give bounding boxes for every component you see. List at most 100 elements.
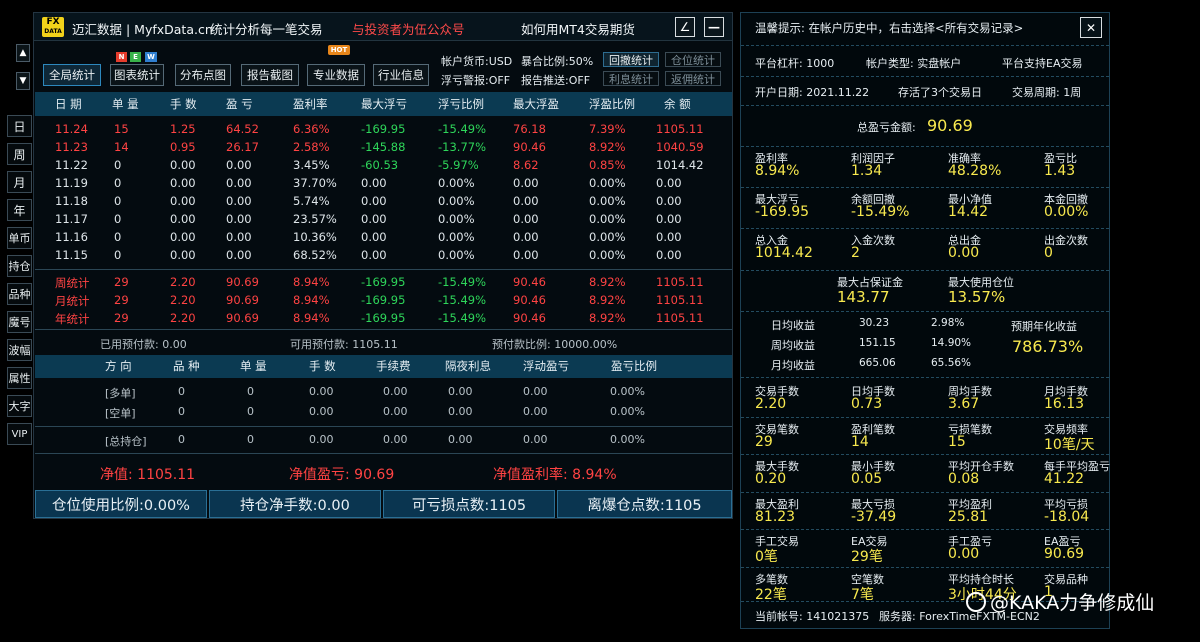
hot-badge: HOT [328, 45, 350, 55]
daily-cell-max-float-loss: 0.00 [361, 230, 387, 244]
pro-data-button[interactable]: 专业数据 [307, 64, 365, 86]
promo-link[interactable]: 与投资者为伍公众号 [352, 19, 465, 38]
strip-item-attributes[interactable]: 属性 [7, 367, 32, 389]
daily-cell-float-profit-ratio: 0.00% [589, 194, 626, 208]
scroll-up-arrow[interactable]: ▲ [16, 44, 30, 62]
position-cell: 0.00% [610, 433, 645, 446]
report-push[interactable]: 报告推送:OFF [521, 72, 590, 88]
minimize-icon[interactable]: — [704, 17, 724, 37]
strip-item-holdings[interactable]: 持仓 [7, 255, 32, 277]
stat-value: -37.49 [851, 508, 897, 525]
strip-item-month[interactable]: 月 [7, 171, 32, 193]
daily-cell-float-loss-ratio: 0.00% [438, 212, 475, 226]
daily-row[interactable]: 11.16 0 0.00 0.00 10.36% 0.00 0.00% 0.00 0.00% 0.… [35, 229, 732, 247]
position-cell: [多单] [105, 387, 136, 400]
daily-cell-max-float-profit: 0.00 [513, 194, 539, 208]
ea-support: 平台支持EA交易 [1002, 57, 1083, 70]
daily-cell-date: 11.23 [55, 140, 88, 154]
strip-item-vip[interactable]: VIP [7, 423, 32, 445]
summary-row[interactable]: 月统计 29 2.20 90.69 8.94% -169.95 -15.49% 90.46 8.… [35, 292, 732, 310]
summary-row[interactable]: 周统计 29 2.20 90.69 8.94% -169.95 -15.49% 90.46 8.… [35, 274, 732, 292]
summary-cell-float-loss-ratio: -15.49% [438, 293, 486, 307]
daily-cell-balance: 0.00 [656, 248, 682, 262]
strip-item-day[interactable]: 日 [7, 115, 32, 137]
chart-stats-button[interactable]: 图表统计 [110, 64, 164, 86]
daily-cell-max-float-loss: 0.00 [361, 176, 387, 190]
daily-cell-orders: 0 [114, 194, 122, 208]
stat-value: 1014.42 [755, 245, 813, 261]
daily-cell-profit-rate: 5.74% [293, 194, 330, 208]
col-pos-lots: 手 数 [309, 359, 336, 373]
grid-row-divider [741, 529, 1109, 530]
daily-row[interactable]: 11.23 14 0.95 26.17 2.58% -145.88 -13.77% 90.46… [35, 139, 732, 157]
rebate-stats-button[interactable]: 返佣统计 [665, 71, 721, 86]
strip-item-symbol[interactable]: 品种 [7, 283, 32, 305]
daily-cell-pl: 0.00 [226, 230, 252, 244]
col-pl-ratio: 盈亏比例 [611, 359, 657, 373]
daily-row[interactable]: 11.19 0 0.00 0.00 37.70% 0.00 0.00% 0.00 0.00% 0.… [35, 175, 732, 193]
strip-item-year[interactable]: 年 [7, 199, 32, 221]
distribution-button[interactable]: 分布点图 [175, 64, 231, 86]
daily-cell-pl: 0.00 [226, 158, 252, 172]
position-cell: 0.00 [309, 405, 334, 418]
position-stats-button[interactable]: 仓位统计 [665, 52, 721, 67]
survival-days: 存活了3个交易日 [898, 86, 982, 99]
position-row[interactable]: [空单] 0 0 0.00 0.00 0.00 0.00 0.00% [35, 404, 732, 422]
stat-value: 0.00 [948, 245, 980, 261]
daily-row[interactable]: 11.17 0 0.00 0.00 23.57% 0.00 0.00% 0.00 0.00% 0.… [35, 211, 732, 229]
stat-value: 1.43 [1044, 163, 1076, 179]
summary-row[interactable]: 年统计 29 2.20 90.69 8.94% -169.95 -15.49% 90.46 8.… [35, 310, 732, 328]
daily-row[interactable]: 11.24 15 1.25 64.52 6.36% -169.95 -15.49% 76.18… [35, 121, 732, 139]
global-stats-button[interactable]: 全局统计 [43, 64, 101, 86]
col-direction: 方 向 [105, 359, 132, 373]
daily-cell-lots: 0.00 [170, 176, 196, 190]
summary-cell-max-float-profit: 90.46 [513, 293, 546, 307]
scroll-down-arrow[interactable]: ▼ [16, 72, 30, 90]
daily-cell-float-profit-ratio: 8.92% [589, 140, 626, 154]
stat-value: 90.69 [1044, 546, 1085, 562]
daily-cell-balance: 0.00 [656, 212, 682, 226]
stat-value: 0.73 [851, 396, 883, 412]
daily-cell-date: 11.24 [55, 122, 88, 136]
equity-pl: 净值盈亏: 90.69 [289, 467, 395, 483]
max-position-value: 13.57% [948, 288, 1006, 306]
position-table-header: 方 向 品 种 单 量 手 数 手续费 隔夜利息 浮动盈亏 盈亏比例 [35, 355, 732, 378]
mt4-futures-link[interactable]: 如何用MT4交易期货 [521, 19, 635, 38]
close-icon[interactable]: ✕ [1080, 17, 1102, 38]
float-alert[interactable]: 浮亏警报:OFF [441, 72, 510, 88]
drawdown-stats-button[interactable]: 回撤统计 [603, 52, 659, 67]
position-row[interactable]: [总持仓] 0 0 0.00 0.00 0.00 0.00 0.00% [35, 432, 732, 450]
position-cell: 0.00% [610, 385, 645, 398]
stat-value: 0.00% [1044, 204, 1089, 220]
summary-cell-float-loss-ratio: -15.49% [438, 275, 486, 289]
stat-value: 25.81 [948, 508, 989, 525]
daily-cell-float-loss-ratio: 0.00% [438, 194, 475, 208]
report-screenshot-button[interactable]: 报告截图 [241, 64, 299, 86]
interest-stats-button[interactable]: 利息统计 [603, 71, 659, 86]
col-max-float-profit: 最大浮盈 [513, 97, 559, 111]
col-float-profit-ratio: 浮盈比例 [589, 97, 635, 111]
col-symbol: 品 种 [173, 359, 200, 373]
daily-cell-float-loss-ratio: -15.49% [438, 122, 486, 136]
summary-cell-max-float-profit: 90.46 [513, 311, 546, 325]
margin-call-points: 离爆仓点数:1105 [557, 490, 732, 518]
stat-value: 29笔 [851, 549, 883, 565]
stat-value: 0.05 [851, 471, 883, 487]
strip-item-large-font[interactable]: 大字 [7, 395, 32, 417]
draw-icon[interactable]: ∠ [675, 17, 695, 37]
daily-row[interactable]: 11.15 0 0.00 0.00 68.52% 0.00 0.00% 0.00 0.00% 0.… [35, 247, 732, 265]
avg-label: 月均收益 [771, 359, 815, 372]
daily-row[interactable]: 11.22 0 0.00 0.00 3.45% -60.53 -5.97% 8.62 0.85%… [35, 157, 732, 175]
strip-item-week[interactable]: 周 [7, 143, 32, 165]
industry-info-button[interactable]: 行业信息 [373, 64, 429, 86]
stat-value: 0笔 [755, 549, 778, 565]
summary-cell-pl: 90.69 [226, 275, 259, 289]
strip-item-amplitude[interactable]: 波幅 [7, 339, 32, 361]
position-row[interactable]: [多单] 0 0 0.00 0.00 0.00 0.00 0.00% [35, 384, 732, 402]
daily-cell-pl: 64.52 [226, 122, 259, 136]
daily-cell-max-float-profit: 0.00 [513, 176, 539, 190]
daily-cell-date: 11.19 [55, 176, 88, 190]
daily-row[interactable]: 11.18 0 0.00 0.00 5.74% 0.00 0.00% 0.00 0.00% 0.0… [35, 193, 732, 211]
strip-item-magic[interactable]: 魔号 [7, 311, 32, 333]
strip-item-single-currency[interactable]: 单币 [7, 227, 32, 249]
